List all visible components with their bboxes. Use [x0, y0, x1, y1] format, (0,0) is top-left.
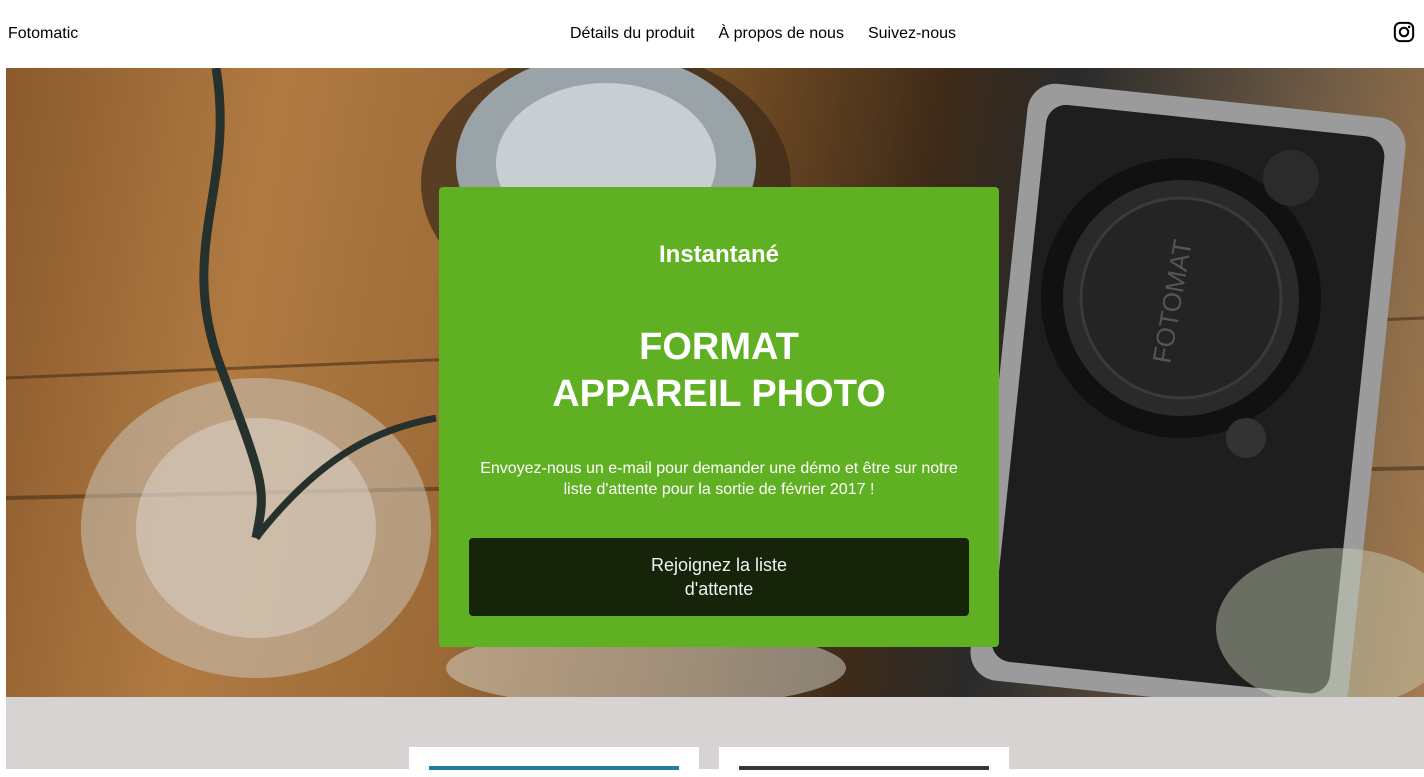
join-waitlist-label: Rejoignez la liste d'attente [650, 555, 788, 599]
product-card[interactable] [409, 747, 699, 777]
card-description: Envoyez-nous un e-mail pour demander une… [480, 460, 958, 498]
waitlist-card: Instantané FORMAT APPAREIL PHOTO Envoyez… [439, 187, 999, 647]
nav-item-about-us[interactable]: À propos de nous [719, 24, 844, 44]
card-kicker: Instantané [658, 241, 780, 268]
card-title: FORMAT APPAREIL PHOTO [439, 324, 999, 418]
nav-item-follow-us[interactable]: Suivez-nous [868, 24, 956, 44]
hero-banner: FOTOMAT Instantané FORMAT APPAREIL PHOTO… [6, 68, 1424, 697]
top-nav-bar: Fotomatic Détails du produit À propos de… [0, 0, 1424, 68]
card-title-line-1: FORMAT [639, 326, 799, 368]
join-waitlist-button[interactable]: Rejoignez la liste d'attente [469, 538, 969, 616]
instagram-icon[interactable] [1393, 21, 1415, 43]
products-section [6, 697, 1424, 777]
product-image [739, 766, 989, 770]
card-title-line-2: APPAREIL PHOTO [552, 373, 886, 415]
product-image [429, 766, 679, 770]
nav-item-product-details[interactable]: Détails du produit [570, 24, 695, 44]
product-card[interactable] [719, 747, 1009, 777]
main-nav: Détails du produit À propos de nous Suiv… [570, 24, 956, 44]
brand-logo[interactable]: Fotomatic [8, 24, 78, 44]
